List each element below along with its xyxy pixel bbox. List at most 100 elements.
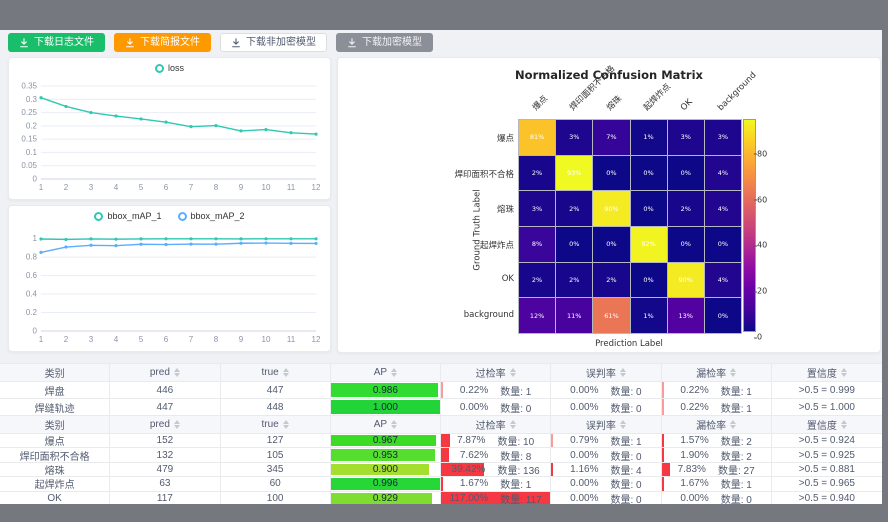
data-point — [214, 243, 217, 246]
matrix-cell: 90% — [668, 263, 704, 298]
sort-caret-icon — [283, 368, 289, 377]
column-header-误判率[interactable]: 误判率 — [551, 416, 661, 433]
data-point — [39, 237, 42, 240]
true-cell: 60 — [221, 477, 331, 490]
column-header-AP[interactable]: AP — [331, 364, 441, 381]
svg-text:0.2: 0.2 — [26, 121, 38, 130]
matrix-row-label: 熔珠 — [338, 203, 514, 215]
rate-percent: 0.00% — [570, 402, 598, 413]
svg-text:2: 2 — [64, 335, 69, 344]
svg-text:9: 9 — [239, 183, 244, 192]
true-cell: 100 — [221, 492, 331, 504]
download-log-button[interactable]: 下载日志文件 — [8, 33, 105, 52]
rate-count: 数量: 0 — [610, 400, 641, 415]
download-enc-model-button[interactable]: 下载加密模型 — [336, 33, 433, 52]
rate-percent: 0.22% — [460, 385, 488, 396]
data-point — [139, 237, 142, 240]
ap-cell: 0.986 — [331, 382, 441, 398]
data-point — [164, 237, 167, 240]
data-point — [289, 237, 292, 240]
column-header-过检率[interactable]: 过检率 — [441, 364, 551, 381]
rate-count: 数量: 0 — [610, 492, 641, 504]
sort-caret-icon — [730, 420, 736, 429]
misjudge-rate-cell: 0.00% 数量: 0 — [551, 399, 661, 415]
svg-text:3: 3 — [89, 335, 94, 344]
matrix-cell: 0% — [631, 156, 667, 191]
download-icon — [347, 38, 357, 48]
column-header-漏检率[interactable]: 漏检率 — [662, 416, 772, 433]
rate-percent: 1.16% — [570, 464, 598, 475]
data-point — [189, 125, 192, 128]
rate-percent: 0.00% — [460, 402, 488, 413]
rate-count: 数量: 0 — [721, 492, 752, 504]
rate-percent: 0.79% — [570, 435, 598, 446]
svg-text:0.35: 0.35 — [21, 82, 37, 91]
confusion-matrix-card: Normalized Confusion Matrix Ground Truth… — [337, 57, 881, 353]
column-header-过检率[interactable]: 过检率 — [441, 416, 551, 433]
matrix-cell: 2% — [593, 263, 629, 298]
rate-count: 数量: 4 — [610, 463, 641, 476]
rate-percent: 1.90% — [680, 450, 708, 461]
column-header-pred[interactable]: pred — [110, 416, 220, 433]
svg-text:0: 0 — [33, 327, 38, 336]
confidence-cell: >0.5 = 1.000 — [772, 399, 882, 415]
ap-cell: 0.900 — [331, 463, 441, 476]
column-header-置信度[interactable]: 置信度 — [772, 364, 882, 381]
rate-count: 数量: 1 — [500, 383, 531, 398]
svg-text:12: 12 — [312, 183, 321, 192]
matrix-col-label: 爆点 — [530, 92, 551, 113]
rate-percent: 0.22% — [680, 385, 708, 396]
data-point — [289, 242, 292, 245]
column-header-pred[interactable]: pred — [110, 364, 220, 381]
data-point — [139, 117, 142, 120]
download-icon — [125, 38, 135, 48]
column-header-误判率[interactable]: 误判率 — [551, 364, 661, 381]
rate-bar — [551, 463, 553, 476]
miss-rate-cell: 1.67%数量: 1 — [662, 477, 772, 490]
sort-caret-icon — [283, 420, 289, 429]
sort-caret-icon — [730, 368, 736, 377]
overcheck-rate-cell: 117.00%数量: 117 — [441, 492, 551, 504]
misjudge-rate-cell: 0.00%数量: 0 — [551, 477, 661, 490]
download-report-button[interactable]: 下载简报文件 — [114, 33, 211, 52]
app-frame: 下载日志文件下载简报文件下载非加密模型下载加密模型 loss00.050.10.… — [0, 0, 888, 522]
matrix-col-label: OK — [679, 97, 695, 113]
legend-item-bbox_mAP_2[interactable]: bbox_mAP_2 — [178, 211, 245, 221]
column-header-漏检率[interactable]: 漏检率 — [662, 364, 772, 381]
download-plain-model-button[interactable]: 下载非加密模型 — [220, 33, 327, 52]
matrix-cell: 4% — [705, 191, 741, 226]
rate-count: 数量: 1 — [721, 477, 752, 490]
data-point — [239, 242, 242, 245]
matrix-row-label: OK — [338, 274, 514, 284]
data-point — [89, 244, 92, 247]
true-cell: 105 — [221, 448, 331, 461]
map-chart: 00.20.40.60.81123456789101112 — [9, 226, 330, 349]
column-header-置信度[interactable]: 置信度 — [772, 416, 882, 433]
column-header-label: 置信度 — [807, 365, 837, 380]
matrix-cell: 0% — [631, 263, 667, 298]
legend-label: bbox_mAP_1 — [107, 211, 161, 221]
data-point — [114, 238, 117, 241]
rate-count: 数量: 27 — [718, 463, 755, 476]
matrix-cell: 2% — [519, 263, 555, 298]
class-cell: 焊缝轨迹 — [0, 399, 110, 415]
svg-text:11: 11 — [287, 183, 296, 192]
column-header-label: 过检率 — [476, 417, 506, 432]
rate-count: 数量: 8 — [500, 448, 531, 461]
colorbar-tick: 20 — [757, 287, 767, 296]
confusion-matrix-grid: 81%3%7%1%3%3%2%93%0%0%0%4%3%2%90%0%2%4%8… — [518, 119, 742, 334]
data-point — [239, 129, 242, 132]
svg-text:2: 2 — [64, 183, 69, 192]
series-line-bbox_mAP_1 — [41, 239, 316, 240]
rate-bar — [551, 434, 553, 447]
column-header-true[interactable]: true — [221, 416, 331, 433]
data-point — [214, 237, 217, 240]
column-header-true[interactable]: true — [221, 364, 331, 381]
svg-text:3: 3 — [89, 183, 94, 192]
pred-cell: 152 — [110, 434, 220, 447]
column-header-类别: 类别 — [0, 416, 110, 433]
column-header-AP[interactable]: AP — [331, 416, 441, 433]
legend-item-loss[interactable]: loss — [155, 63, 184, 73]
legend-item-bbox_mAP_1[interactable]: bbox_mAP_1 — [94, 211, 161, 221]
miss-rate-cell: 0.22%数量: 1 — [662, 399, 772, 415]
